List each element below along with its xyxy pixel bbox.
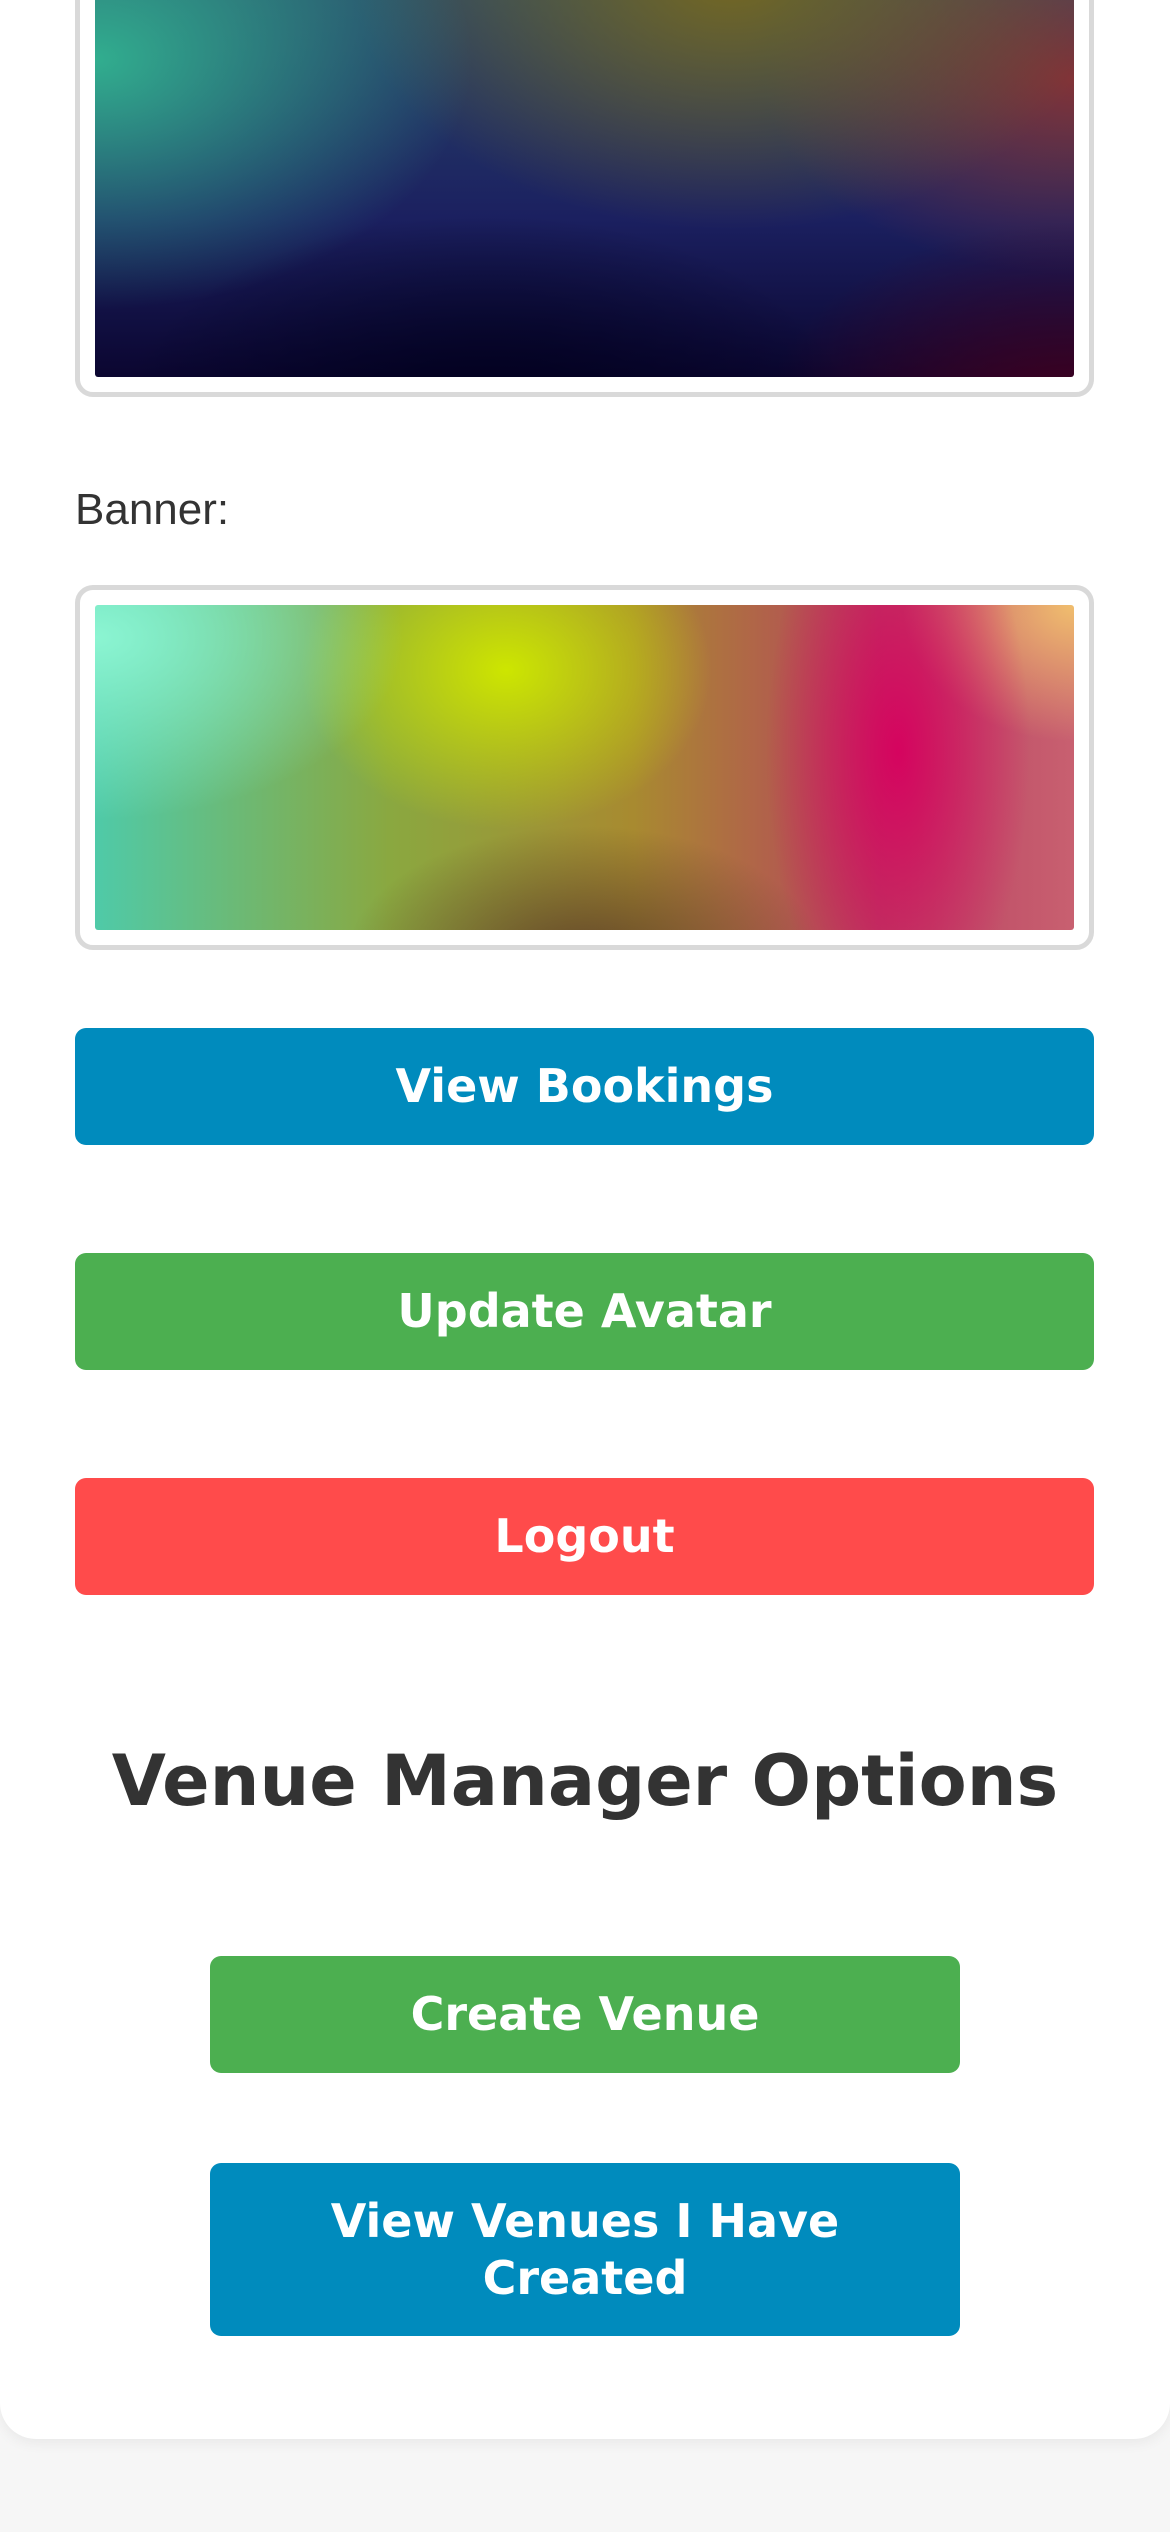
avatar-image-frame: [75, 0, 1094, 397]
avatar-image: [95, 0, 1074, 377]
logout-button[interactable]: Logout: [75, 1478, 1094, 1595]
view-my-venues-button[interactable]: View Venues I Have Created: [210, 2163, 960, 2336]
view-bookings-button[interactable]: View Bookings: [75, 1028, 1094, 1145]
update-avatar-button[interactable]: Update Avatar: [75, 1253, 1094, 1370]
venue-manager-heading: Venue Manager Options: [111, 1740, 1059, 1822]
banner-label: Banner:: [75, 485, 230, 534]
banner-image-frame: [75, 585, 1094, 950]
banner-image: [95, 605, 1074, 930]
create-venue-button[interactable]: Create Venue: [210, 1956, 960, 2073]
